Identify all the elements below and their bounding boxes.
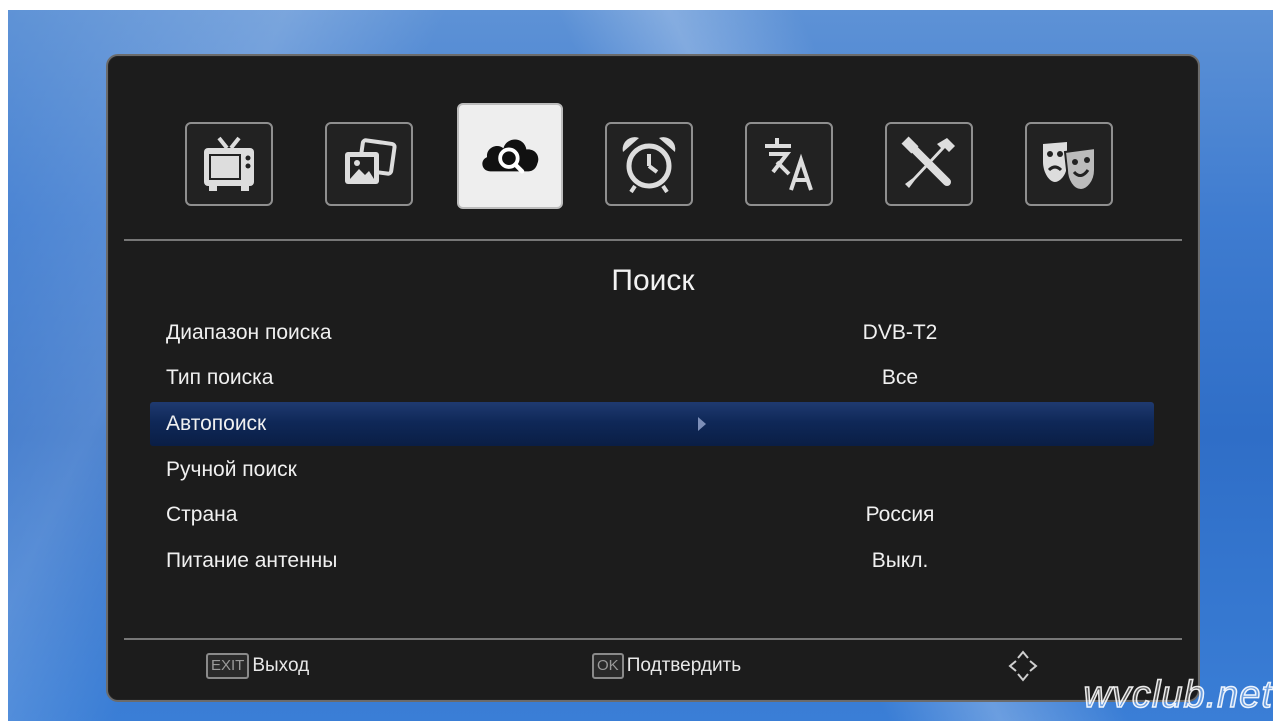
menu-item-search-type[interactable]: Тип поиска Все: [150, 356, 1154, 400]
tab-language[interactable]: [745, 122, 833, 206]
alarm-clock-icon: [622, 137, 676, 194]
tools-icon: [901, 136, 955, 188]
arrow-right-icon: [698, 417, 706, 431]
theater-masks-icon: [1043, 142, 1096, 192]
menu-item-label: Питание антенны: [166, 549, 338, 572]
language-icon: [765, 138, 813, 191]
confirm-hint[interactable]: OK Подтвердить: [592, 652, 741, 680]
menu-item-label: Страна: [166, 503, 238, 526]
pictures-icon: [345, 138, 397, 184]
menu-item-label: Ручной поиск: [166, 458, 297, 481]
exit-hint[interactable]: EXIT Выход: [206, 652, 309, 680]
tab-system[interactable]: [885, 122, 973, 206]
navigation-arrows-icon: [1008, 650, 1038, 682]
menu-item-search-range[interactable]: Диапазон поиска DVB-T2: [150, 311, 1154, 355]
watermark-logo: wvclub.net: [1083, 673, 1273, 717]
tv-icon: [204, 136, 254, 191]
menu-item-label: Автопоиск: [166, 412, 267, 435]
confirm-label: Подтвердить: [626, 655, 742, 676]
menu-item-value: Все: [881, 366, 919, 389]
ok-key: OK: [592, 652, 624, 679]
divider: [124, 239, 1182, 241]
exit-label: Выход: [252, 655, 310, 676]
menu-item-manual-search[interactable]: Ручной поиск: [150, 448, 1154, 492]
tab-tv[interactable]: [185, 122, 273, 206]
tab-timer[interactable]: [605, 122, 693, 206]
menu-item-antenna-power[interactable]: Питание антенны Выкл.: [150, 539, 1154, 583]
menu-item-value: Россия: [865, 503, 935, 526]
menu-item-value: DVB-T2: [862, 321, 938, 344]
menu-item-label: Тип поиска: [166, 366, 274, 389]
search-cloud-icon: [482, 139, 539, 174]
tab-pictures[interactable]: [325, 122, 413, 206]
tab-media[interactable]: [1025, 122, 1113, 206]
menu-item-label: Диапазон поиска: [166, 321, 332, 344]
page-title: Поиск: [611, 264, 695, 297]
menu-item-country[interactable]: Страна Россия: [150, 493, 1154, 537]
footer-divider: [124, 638, 1182, 640]
exit-key: EXIT: [206, 652, 250, 679]
menu-item-value: Выкл.: [871, 549, 929, 572]
tab-search[interactable]: [457, 103, 563, 209]
menu-tab-bar: [108, 56, 1198, 239]
menu-item-auto-search[interactable]: Автопоиск: [150, 402, 1154, 446]
settings-menu-panel: Поиск Диапазон поиска DVB-T2 Тип поиска …: [106, 54, 1200, 702]
